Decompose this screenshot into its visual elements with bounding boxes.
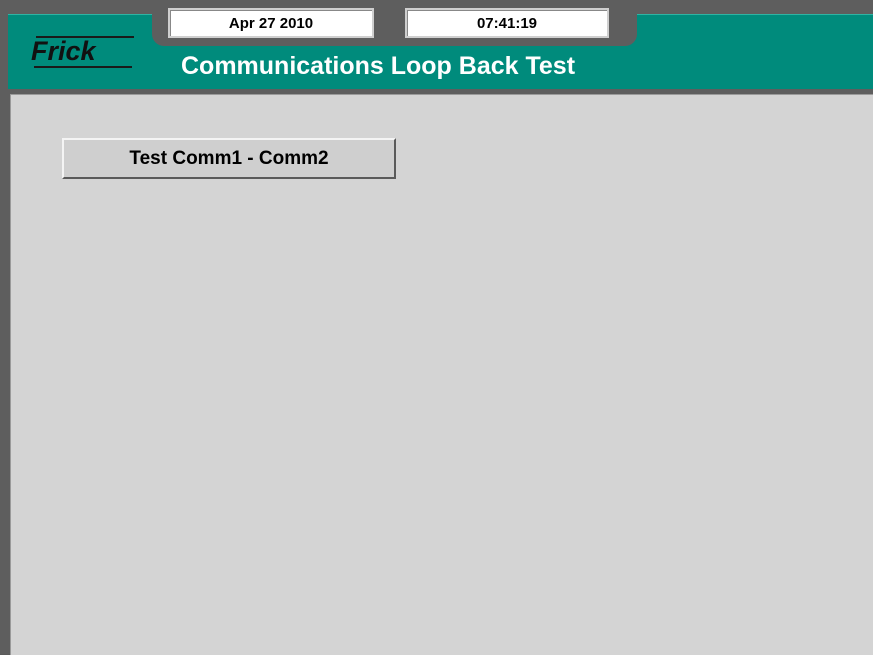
- logo-rule-bottom: [34, 66, 132, 68]
- date-display: Apr 27 2010: [168, 8, 374, 38]
- time-display: 07:41:19: [405, 8, 609, 38]
- test-comm1-comm2-button[interactable]: Test Comm1 - Comm2: [62, 138, 396, 179]
- page-title: Communications Loop Back Test: [181, 52, 576, 80]
- frick-logo: Frick: [31, 36, 96, 66]
